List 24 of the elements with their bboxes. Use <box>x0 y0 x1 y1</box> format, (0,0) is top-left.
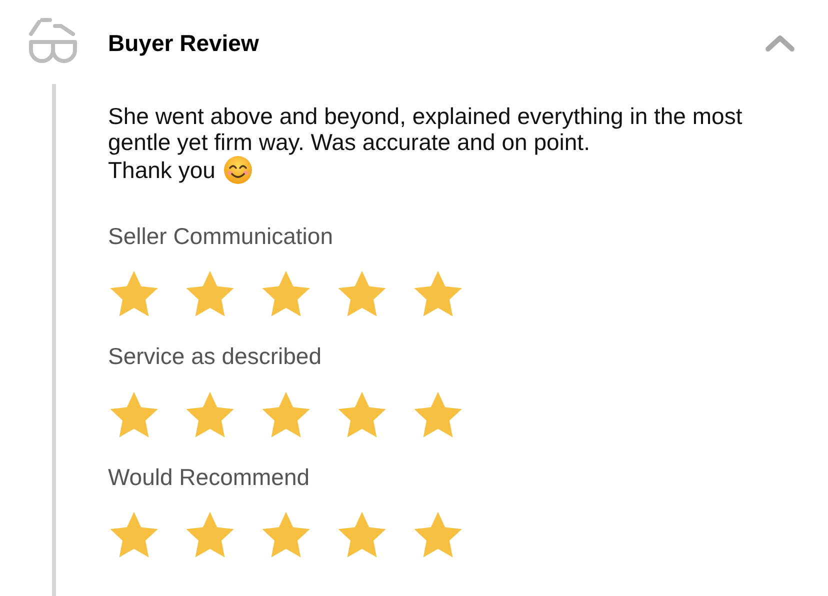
filled-star-icon <box>184 510 236 560</box>
filled-star-icon <box>260 390 312 440</box>
filled-star-icon <box>336 269 388 319</box>
rating-label: Service as described <box>108 342 322 371</box>
rating-label: Seller Communication <box>108 222 334 250</box>
filled-star-icon <box>412 510 464 560</box>
filled-star-icon <box>184 390 236 440</box>
filled-star-icon <box>108 390 160 440</box>
filled-star-icon <box>412 269 464 319</box>
rating-label: Would Recommend <box>108 462 311 492</box>
filled-star-icon <box>108 269 160 319</box>
filled-star-icon <box>184 269 236 319</box>
review-title: Buyer Review <box>108 29 259 58</box>
filled-star-icon <box>108 510 160 560</box>
filled-star-icon <box>336 510 388 560</box>
chevron-up-icon <box>764 33 796 54</box>
smiling-face-icon <box>223 154 254 184</box>
filled-star-icon <box>260 510 312 560</box>
glasses-icon <box>28 18 78 66</box>
filled-star-icon <box>336 390 388 440</box>
filled-star-icon <box>412 390 464 440</box>
review-text: She went above and beyond, explained everything in the most gentle yet firm way. Was accurate and on point. <box>108 102 744 154</box>
closing-text: Thank you <box>108 156 216 182</box>
filled-star-icon <box>260 269 312 319</box>
